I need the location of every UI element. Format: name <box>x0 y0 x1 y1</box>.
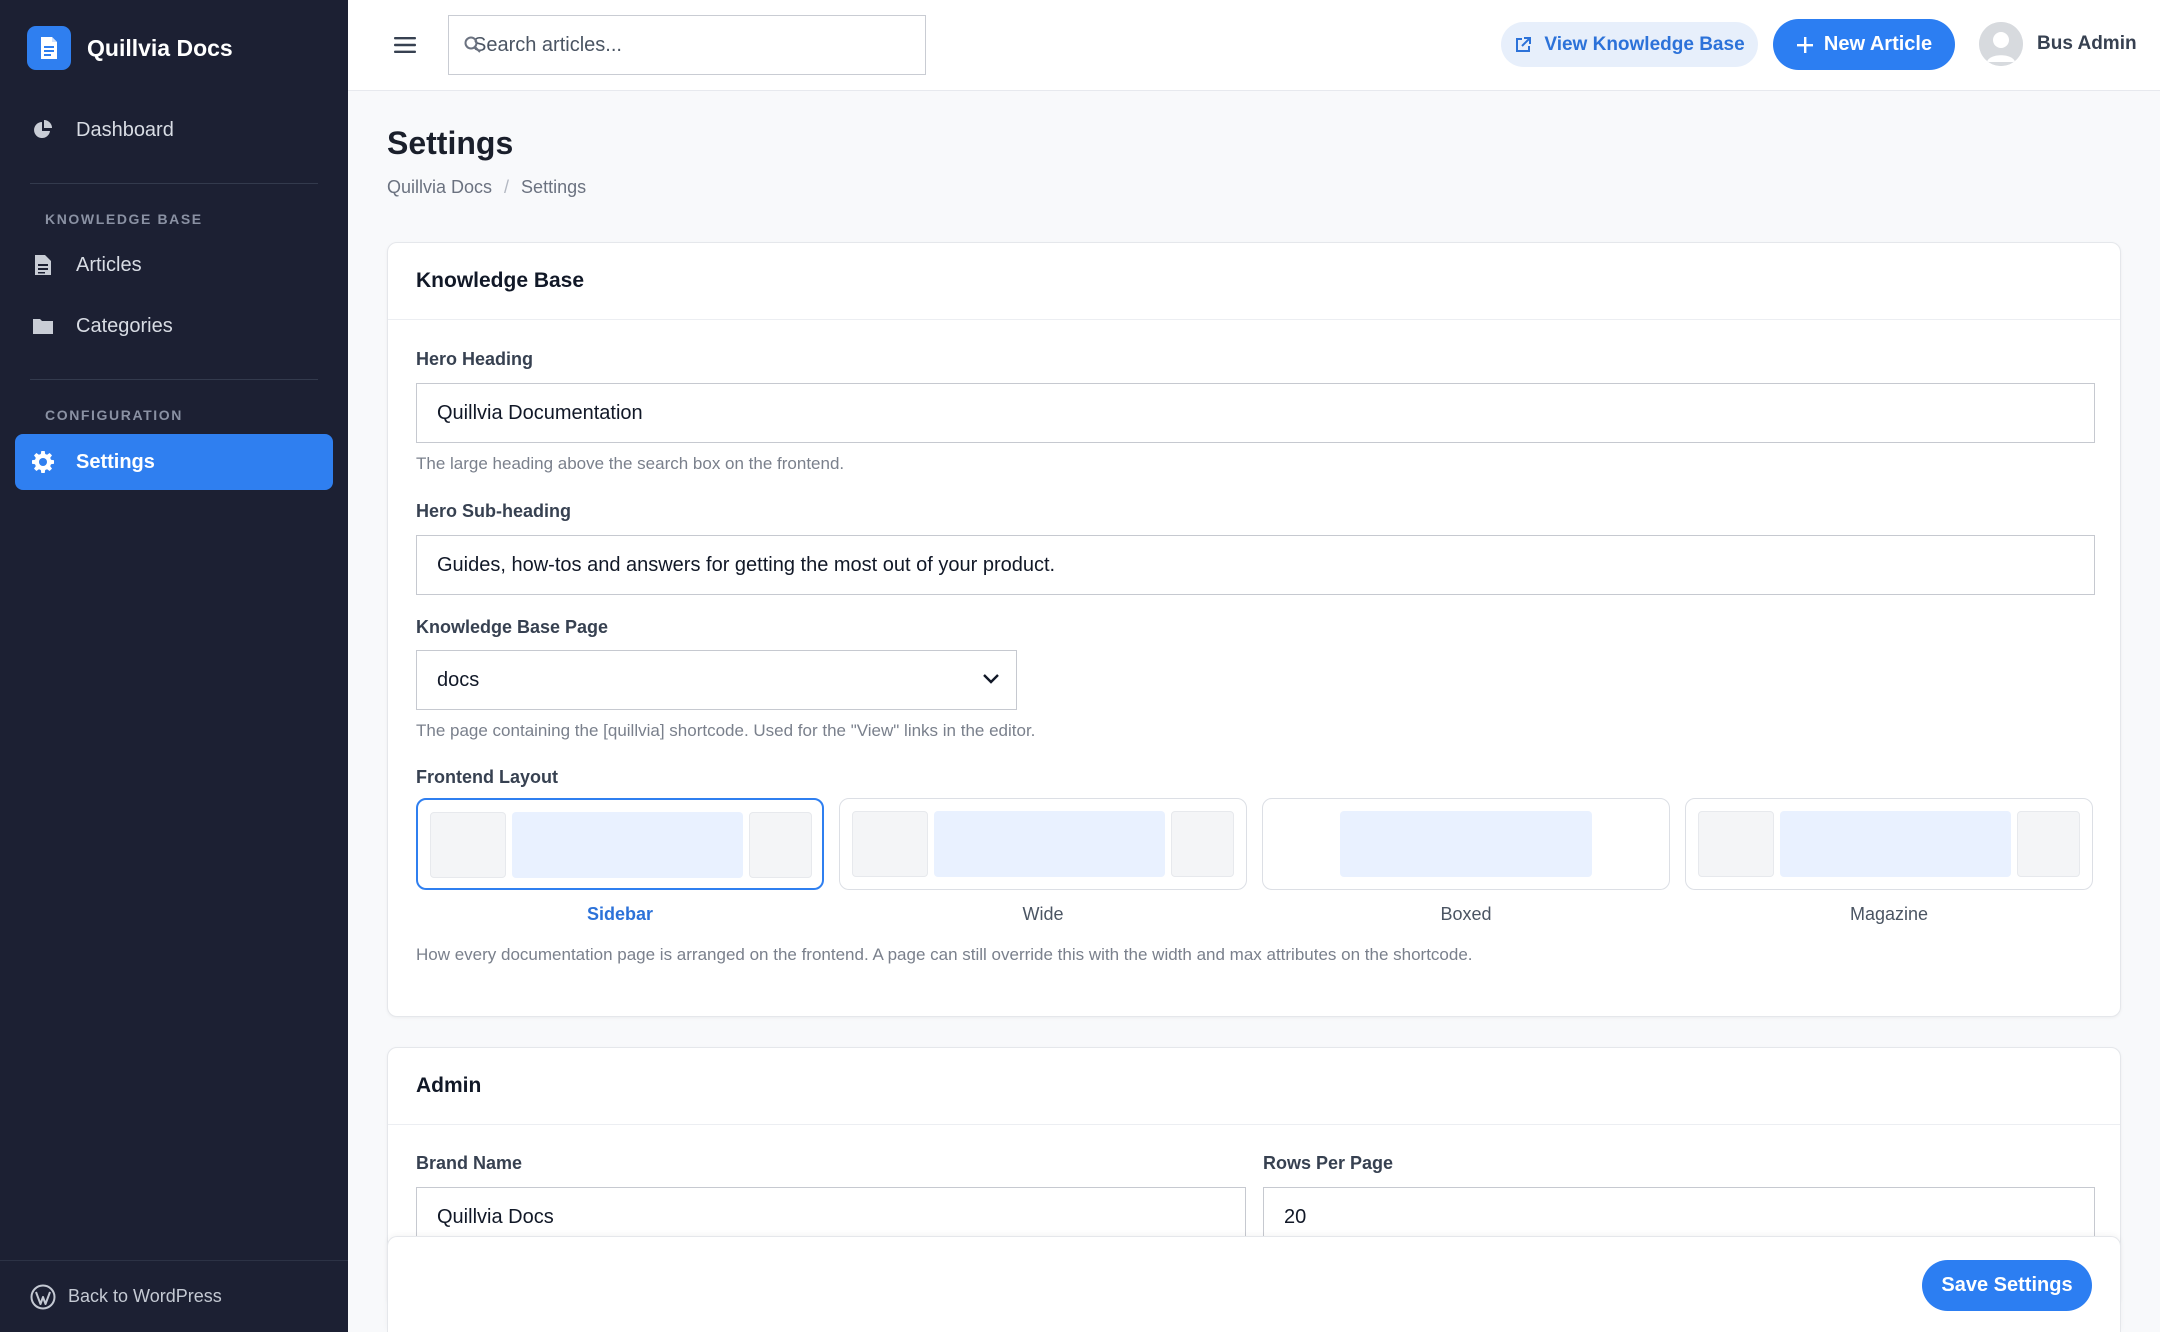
layout-preview-sidebar-left <box>430 812 506 878</box>
wordpress-icon <box>30 1284 56 1310</box>
back-to-wordpress-link[interactable]: Back to WordPress <box>0 1260 348 1332</box>
sidebar: Quillvia Docs Dashboard KNOWLEDGE BASE A… <box>0 0 348 1332</box>
breadcrumb: Quillvia Docs / Settings <box>387 177 586 198</box>
user-menu[interactable]: Bus Admin <box>1979 22 2137 66</box>
hero-heading-input[interactable]: Quillvia Documentation <box>416 383 2095 443</box>
breadcrumb-separator: / <box>504 177 510 197</box>
layout-option-wide[interactable] <box>839 798 1247 890</box>
kb-page-value: docs <box>437 668 480 691</box>
layout-preview-main <box>1340 811 1592 877</box>
save-bar: Save Settings <box>387 1236 2121 1332</box>
card-title: Knowledge Base <box>388 243 2120 320</box>
layout-preview-sidebar-right <box>749 812 812 878</box>
sidebar-divider <box>30 379 318 380</box>
hero-subheading-input[interactable]: Guides, how-tos and answers for getting … <box>416 535 2095 595</box>
layout-option-sidebar[interactable] <box>416 798 824 890</box>
knowledge-base-card: Knowledge Base Hero Heading Quillvia Doc… <box>387 242 2121 1017</box>
layout-preview-sidebar-left <box>1698 811 1774 877</box>
brand-name-label: Brand Name <box>416 1153 523 1173</box>
section-heading-knowledge-base: KNOWLEDGE BASE <box>45 211 203 227</box>
sidebar-item-settings[interactable]: Settings <box>15 434 333 490</box>
file-text-icon <box>30 252 56 278</box>
sidebar-item-label: Settings <box>76 450 155 473</box>
rows-per-page-label: Rows Per Page <box>1263 1153 1394 1173</box>
card-title: Admin <box>388 1048 2120 1125</box>
hero-heading-help: The large heading above the search box o… <box>416 454 845 473</box>
layout-option-magazine[interactable] <box>1685 798 2093 890</box>
hero-subheading-label: Hero Sub-heading <box>416 501 572 521</box>
view-knowledge-base-button[interactable]: View Knowledge Base <box>1501 22 1758 67</box>
search-input[interactable] <box>449 16 925 74</box>
section-heading-configuration: CONFIGURATION <box>45 407 183 423</box>
pie-chart-icon <box>30 117 56 143</box>
rows-per-page-value: 20 <box>1284 1205 1307 1228</box>
frontend-layout-label: Frontend Layout <box>416 767 558 787</box>
brand-name: Quillvia Docs <box>87 34 233 61</box>
hero-heading-value: Quillvia Documentation <box>437 401 643 424</box>
sidebar-item-label: Dashboard <box>76 118 174 141</box>
layout-preview-sidebar-right <box>1171 811 1234 877</box>
frontend-layout-help: How every documentation page is arranged… <box>416 945 1473 964</box>
search-icon <box>464 36 482 59</box>
breadcrumb-item-current: Settings <box>521 177 587 197</box>
new-article-button[interactable]: New Article <box>1773 19 1955 70</box>
view-knowledge-base-label: View Knowledge Base <box>1544 33 1745 55</box>
gear-icon <box>30 449 56 475</box>
page-title: Settings <box>387 125 514 161</box>
kb-page-help: The page containing the [quillvia] short… <box>416 721 1036 740</box>
user-name: Bus Admin <box>2037 33 2137 54</box>
external-link-icon <box>1514 36 1532 54</box>
brand-name-value: Quillvia Docs <box>437 1205 554 1228</box>
sidebar-item-articles[interactable]: Articles <box>15 237 333 293</box>
back-to-wordpress-label: Back to WordPress <box>68 1286 222 1306</box>
layout-option-boxed[interactable] <box>1262 798 1670 890</box>
sidebar-item-label: Categories <box>76 314 173 337</box>
sidebar-divider <box>30 183 318 184</box>
kb-page-label: Knowledge Base Page <box>416 617 609 637</box>
layout-preview-sidebar-left <box>852 811 928 877</box>
layout-label-magazine[interactable]: Magazine <box>1685 904 2093 925</box>
save-settings-button[interactable]: Save Settings <box>1922 1260 2092 1311</box>
hero-heading-label: Hero Heading <box>416 349 534 369</box>
layout-preview-main <box>934 811 1165 877</box>
new-article-label: New Article <box>1823 33 1933 55</box>
document-logo-icon <box>27 26 71 70</box>
hero-subheading-value: Guides, how-tos and answers for getting … <box>437 553 1056 576</box>
breadcrumb-item-home[interactable]: Quillvia Docs <box>387 177 492 198</box>
layout-preview-main <box>1780 811 2011 877</box>
brand[interactable]: Quillvia Docs <box>27 26 233 70</box>
layout-preview-main <box>512 812 743 878</box>
plus-icon <box>1796 36 1814 54</box>
layout-label-boxed[interactable]: Boxed <box>1262 904 1670 925</box>
folder-icon <box>30 313 56 339</box>
kb-page-select[interactable]: docs <box>416 650 1017 710</box>
sidebar-item-label: Articles <box>76 253 142 276</box>
sidebar-item-dashboard[interactable]: Dashboard <box>15 102 333 158</box>
layout-preview-sidebar-right <box>2017 811 2080 877</box>
topbar: View Knowledge Base New Article Bus Admi… <box>348 0 2160 91</box>
chevron-down-icon <box>982 673 1000 685</box>
hamburger-menu-icon[interactable] <box>390 30 420 60</box>
search-box[interactable] <box>448 15 926 75</box>
sidebar-item-categories[interactable]: Categories <box>15 298 333 354</box>
avatar <box>1979 22 2023 66</box>
layout-label-sidebar[interactable]: Sidebar <box>416 904 824 925</box>
layout-label-wide[interactable]: Wide <box>839 904 1247 925</box>
